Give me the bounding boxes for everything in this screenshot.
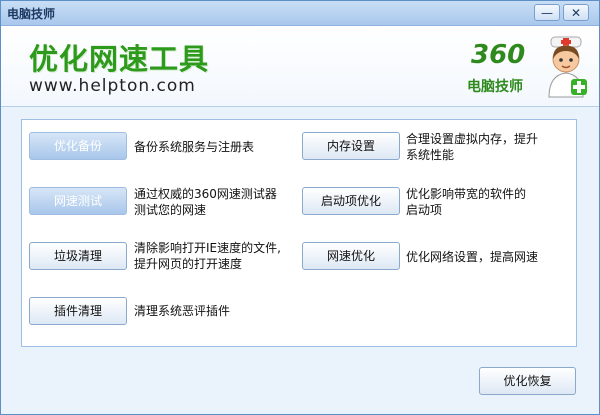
junk-clean-button[interactable]: 垃圾清理 bbox=[29, 242, 127, 270]
startup-optimize-description: 优化影响带宽的软件的 启动项 bbox=[406, 187, 527, 217]
logo-text: 电脑技师 bbox=[467, 79, 523, 95]
window-title: 电脑技师 bbox=[7, 7, 56, 21]
plugin-clean-description: 清理系统恶评插件 bbox=[134, 304, 231, 318]
app-heading: 优化网速工具 bbox=[29, 42, 210, 76]
speed-test-description: 通过权威的360网速测试器 测试您的网速 bbox=[134, 187, 277, 217]
tools-panel: 优化备份 备份系统服务与注册表 网速测试 通过权威的360网速测试器 测试您的网… bbox=[21, 119, 577, 347]
restore-button[interactable]: 优化恢复 bbox=[479, 367, 576, 395]
memory-settings-button[interactable]: 内存设置 bbox=[302, 132, 400, 160]
startup-optimize-button[interactable]: 启动项优化 bbox=[302, 187, 400, 215]
memory-settings-description: 合理设置虚拟内存，提升 系统性能 bbox=[406, 132, 539, 162]
backup-description: 备份系统服务与注册表 bbox=[134, 140, 255, 154]
website-url: www.helpton.com bbox=[29, 76, 196, 96]
network-optimize-description: 优化网络设置，提高网速 bbox=[406, 250, 539, 264]
close-button[interactable]: ✕ bbox=[563, 4, 589, 21]
speed-test-button[interactable]: 网速测试 bbox=[29, 187, 127, 215]
network-optimize-button[interactable]: 网速优化 bbox=[302, 242, 400, 270]
logo-360: 360 bbox=[471, 40, 526, 70]
junk-clean-description: 清除影响打开IE速度的文件, 提升网页的打开速度 bbox=[134, 241, 281, 271]
plugin-clean-button[interactable]: 插件清理 bbox=[29, 297, 127, 325]
header-banner: 优化网速工具 www.helpton.com 360 电脑技师 bbox=[1, 26, 599, 107]
title-bar[interactable]: 电脑技师 — ✕ bbox=[1, 1, 599, 26]
doctor-mascot-icon bbox=[548, 36, 587, 98]
backup-button[interactable]: 优化备份 bbox=[29, 132, 127, 160]
minimize-button[interactable]: — bbox=[534, 4, 560, 21]
app-window: 电脑技师 — ✕ 优化网速工具 www.helpton.com 360 电脑技师… bbox=[0, 0, 600, 415]
